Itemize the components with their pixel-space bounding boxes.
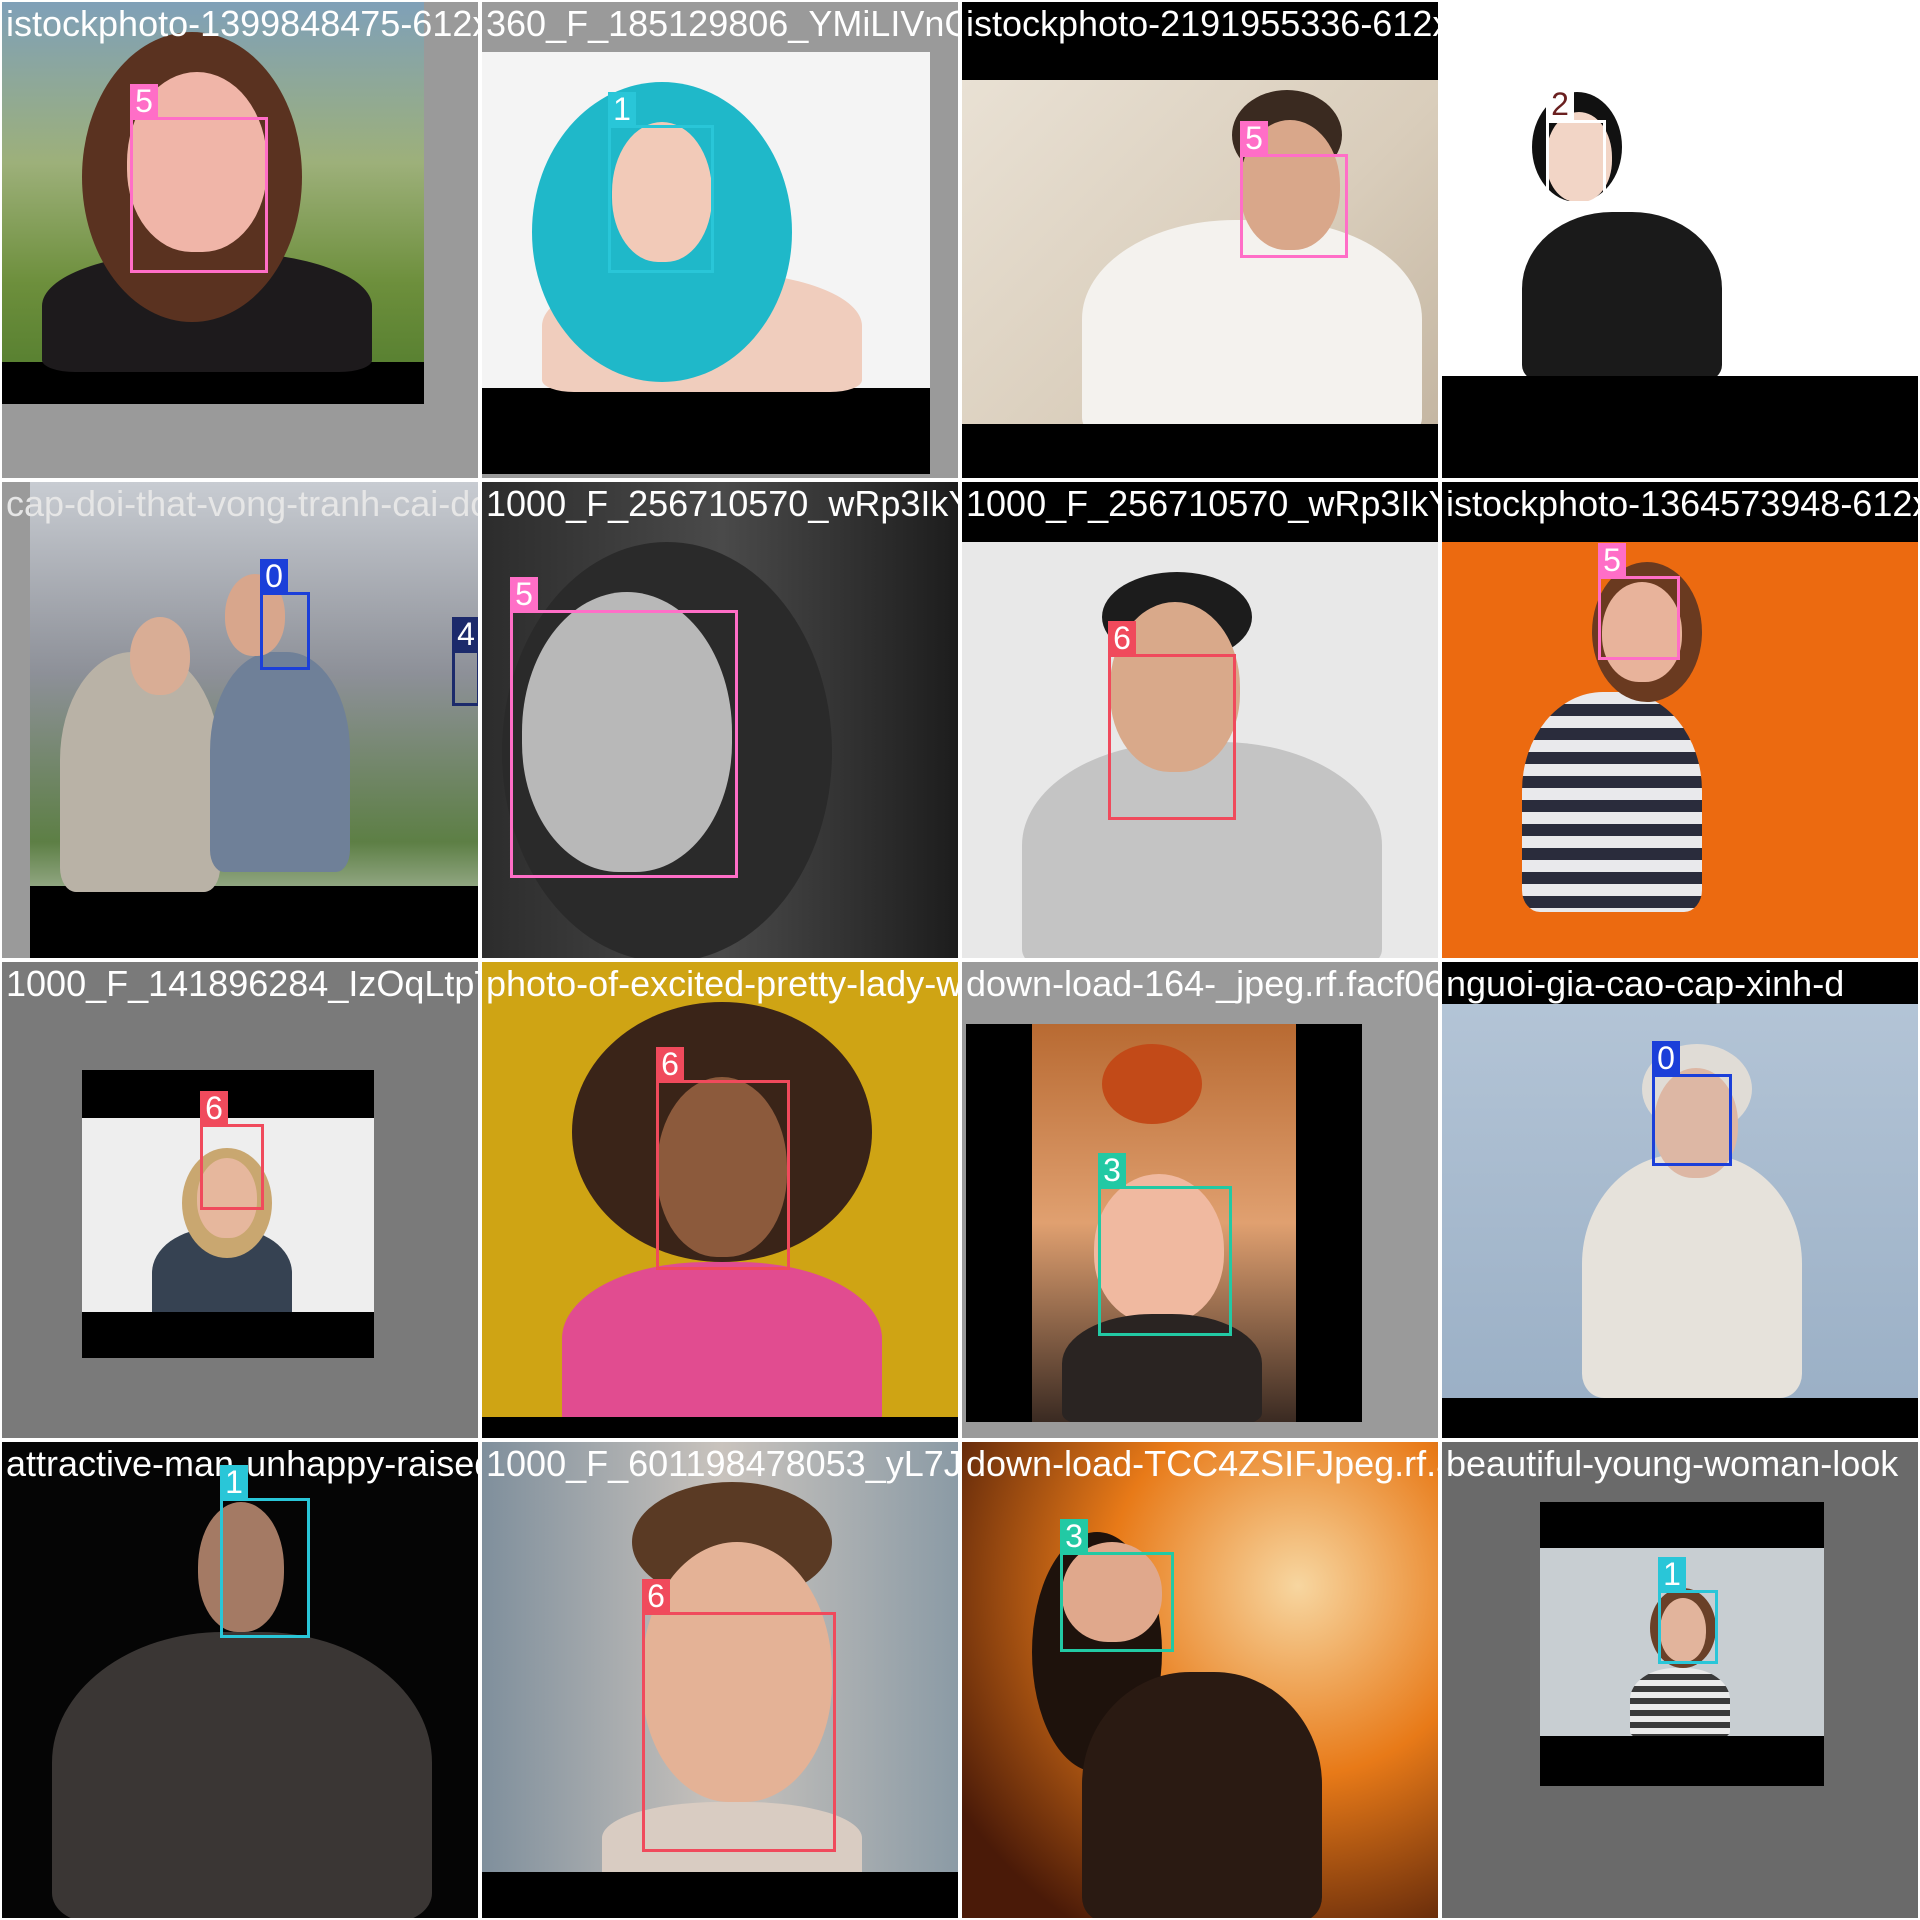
image-tile: 360_F_185129806_YMiLIVnGtwh5Qbfbm2IgKY95…: [480, 0, 960, 480]
image-tile: istockphoto-2191955336-612x612_jpg.rf. 5: [960, 0, 1440, 480]
detection-box: 5: [1598, 543, 1680, 660]
detection-box: 6: [656, 1047, 790, 1270]
image-mosaic: istockphoto-1399848475-612x612_jpg.rf. 5…: [0, 0, 1920, 1920]
tile-filename: nguoi-gia-cao-cap-xinh-d: [1446, 963, 1845, 1004]
tile-filename: 1000_F_141896284_IzOqLtpT4taLfkSMi57Ymlt: [6, 963, 478, 1004]
detection-box: 3: [1098, 1153, 1232, 1336]
photo: [1442, 1004, 1918, 1398]
photo: [962, 1442, 1438, 1918]
image-tile: 1000_F_601198478053_yL7J4 6: [480, 1440, 960, 1920]
image-tile: anh-che-jpg.rf. 2: [1440, 0, 1920, 480]
class-label: 6: [1108, 621, 1136, 655]
photo: [30, 482, 478, 958]
image-tile: 1000_F_256710570_wRp3IkYBC3dKtvqR0845Y39…: [960, 480, 1440, 960]
detection-box: 0: [260, 559, 310, 670]
class-label: 6: [200, 1091, 228, 1125]
image-tile: attractive-man-unhappy-raised-hands 1: [0, 1440, 480, 1920]
class-label: 5: [510, 577, 538, 611]
class-label: 5: [1598, 543, 1626, 577]
photo: [82, 1070, 374, 1358]
image-tile: cap-doi-that-vong-tranh-cai-download-3-_…: [0, 480, 480, 960]
detection-box: 5: [130, 84, 268, 273]
class-label: 3: [1098, 1153, 1126, 1187]
tile-filename: 1000_F_256710570_wRp3IkYBC3dKtvqR0845Y39…: [966, 483, 1440, 524]
detection-box: 6: [200, 1091, 264, 1210]
photo: [1442, 542, 1918, 958]
detection-box: 2: [1546, 87, 1606, 204]
detection-box: 5: [1240, 121, 1348, 258]
detection-box: 6: [1108, 621, 1236, 820]
image-tile: 1000_F_256710570_wRp3IkYBC3dKtvqR0845Y39…: [480, 480, 960, 960]
image-tile: 1000_F_141896284_IzOqLtpT4taLfkSMi57Ymlt…: [0, 960, 480, 1440]
image-tile: istockphoto-1399848475-612x612_jpg.rf. 5: [0, 0, 480, 480]
tile-filename: istockphoto-2191955336-612x612_jpg.rf.: [966, 3, 1438, 44]
class-label: 4: [452, 617, 478, 651]
class-label: 1: [1658, 1557, 1686, 1591]
class-label: 6: [656, 1047, 684, 1081]
tile-filename: beautiful-young-woman-look: [1446, 1443, 1899, 1484]
detection-box: 0: [1652, 1041, 1732, 1166]
tile-filename: 360_F_185129806_YMiLIVnGtwh5Qbfbm2IgKY95…: [486, 3, 958, 44]
class-label: 0: [260, 559, 288, 593]
tile-filename: down-load-164-_jpeg.rf.facf069a25b6b5633…: [966, 963, 1438, 1004]
image-tile: down-load-TCC4ZSIFJpeg.rf.8772e31ab59f0d…: [960, 1440, 1440, 1920]
class-label: 5: [1240, 121, 1268, 155]
photo: [1442, 2, 1918, 376]
image-tile: down-load-164-_jpeg.rf.facf069a25b6b5633…: [960, 960, 1440, 1440]
detection-box: 4: [452, 617, 478, 706]
class-label: 3: [1060, 1519, 1088, 1553]
detection-box: 1: [608, 92, 714, 273]
detection-box: 6: [642, 1579, 836, 1852]
detection-box: 5: [510, 577, 738, 878]
class-label: 6: [642, 1579, 670, 1613]
detection-box: 1: [1658, 1557, 1718, 1664]
class-label: 2: [1546, 87, 1574, 121]
class-label: 0: [1652, 1041, 1680, 1075]
detection-box: 1: [220, 1465, 310, 1638]
class-label: 1: [608, 92, 636, 126]
class-label: 1: [220, 1465, 248, 1499]
image-tile: photo-of-excited-pretty-lady-wear-pink-t…: [480, 960, 960, 1440]
tile-filename: istockphoto-1364573948-612x612: [1446, 483, 1918, 524]
image-tile: istockphoto-1364573948-612x612 5: [1440, 480, 1920, 960]
photo: [962, 80, 1438, 424]
image-tile: beautiful-young-woman-look 1: [1440, 1440, 1920, 1920]
image-tile: nguoi-gia-cao-cap-xinh-d 0: [1440, 960, 1920, 1440]
detection-box: 3: [1060, 1519, 1174, 1652]
class-label: 5: [130, 84, 158, 118]
